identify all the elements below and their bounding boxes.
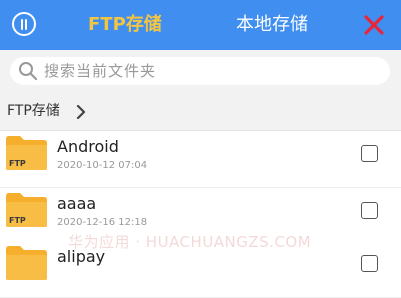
tab-local-storage[interactable]: 本地存储 — [236, 12, 308, 38]
select-checkbox[interactable] — [361, 202, 378, 219]
top-bar: FTP存储 本地存储 — [0, 0, 401, 50]
breadcrumb-item-ftp[interactable]: FTP存储 — [7, 102, 60, 120]
search-placeholder: 搜索当前文件夹 — [44, 62, 157, 80]
close-icon[interactable] — [362, 13, 386, 37]
watermark: 华为应用 · HUACHUANGZS.COM — [68, 233, 312, 251]
folder-badge: FTP — [9, 159, 26, 168]
file-date: 2020-10-12 07:04 — [57, 160, 148, 171]
file-name: aaaa — [57, 194, 97, 213]
select-checkbox[interactable] — [361, 255, 378, 272]
search-area: 搜索当前文件夹 — [0, 50, 401, 93]
search-input[interactable]: 搜索当前文件夹 — [10, 57, 390, 85]
chevron-right-icon — [76, 105, 86, 119]
file-date: 2020-12-16 12:18 — [57, 217, 148, 228]
breadcrumb: FTP存储 — [0, 93, 401, 131]
tab-ftp-storage[interactable]: FTP存储 — [88, 12, 162, 38]
info-icon[interactable] — [12, 12, 36, 36]
select-checkbox[interactable] — [361, 145, 378, 162]
file-row[interactable]: FTP Android 2020-10-12 07:04 — [0, 131, 401, 188]
file-name: Android — [57, 137, 119, 156]
folder-badge: FTP — [9, 216, 26, 225]
search-icon — [19, 62, 38, 81]
ftp-folder-icon: FTP — [6, 136, 47, 170]
ftp-folder-icon: FTP — [6, 193, 47, 227]
ftp-folder-icon — [6, 246, 47, 280]
